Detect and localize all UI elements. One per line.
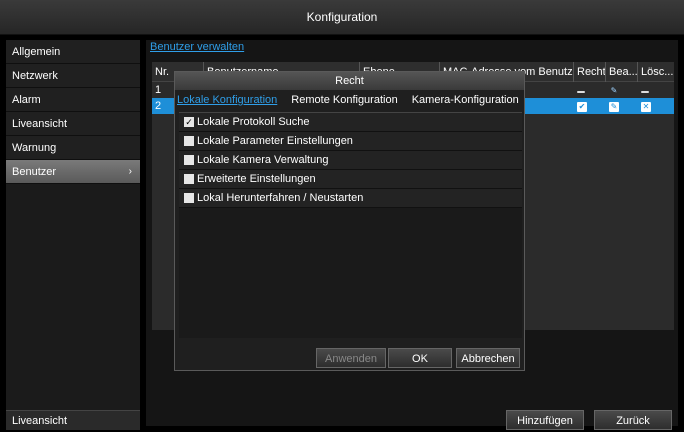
sidebar-item-label: Benutzer [12,166,57,178]
option-local-shutdown-reboot[interactable]: Lokal Herunterfahren / Neustarten [179,189,522,208]
checkbox[interactable] [184,174,194,184]
window-title: Konfiguration [0,0,684,35]
tab-benutzer-verwalten[interactable]: Benutzer verwalten [150,40,244,54]
tab-remote-config[interactable]: Remote Konfiguration [291,94,397,106]
checkmark-icon: ✔ [577,102,587,112]
sidebar-item-allgemein[interactable]: Allgemein [6,40,140,64]
option-local-parameters[interactable]: Lokale Parameter Einstellungen [179,132,522,151]
column-header-edit[interactable]: Bea... [606,62,638,82]
option-label: Lokal Herunterfahren / Neustarten [197,191,364,204]
pencil-icon: ✎ [609,102,619,112]
option-label: Lokale Protokoll Suche [197,115,310,128]
dash-icon [577,91,585,93]
cancel-button[interactable]: Abbrechen [456,348,520,368]
pencil-icon: ✎ [610,86,618,95]
sidebar-item-warnung[interactable]: Warnung [6,136,140,160]
sidebar-item-alarm[interactable]: Alarm [6,88,140,112]
apply-button[interactable]: Anwenden [316,348,386,368]
checkbox-checked[interactable]: ✓ [184,117,194,127]
add-button[interactable]: Hinzufügen [506,410,584,430]
liveview-button[interactable]: Liveansicht [6,410,140,430]
checkbox[interactable] [184,193,194,203]
option-advanced-settings[interactable]: Erweiterte Einstellungen [179,170,522,189]
tab-local-config[interactable]: Lokale Konfiguration [177,94,277,106]
column-header-recht[interactable]: Recht [574,62,606,82]
option-label: Erweiterte Einstellungen [197,172,316,185]
sidebar-item-liveansicht[interactable]: Liveansicht [6,112,140,136]
option-local-log-search[interactable]: ✓ Lokale Protokoll Suche [179,113,522,132]
column-header-delete[interactable]: Lösc... [638,62,674,82]
dialog-tabs: Lokale Konfiguration Remote Konfiguratio… [175,90,524,110]
permission-dialog: Recht Lokale Konfiguration Remote Konfig… [174,71,525,371]
tab-camera-config[interactable]: Kamera-Konfiguration [412,94,519,106]
row-delete-cell[interactable] [638,82,674,98]
sidebar-item-label: Alarm [12,94,41,106]
sidebar-item-benutzer[interactable]: Benutzer › [6,160,140,184]
option-label: Lokale Kamera Verwaltung [197,153,329,166]
back-button[interactable]: Zurück [594,410,672,430]
sidebar-item-label: Allgemein [12,46,61,58]
dialog-title: Recht [175,72,524,90]
row-recht-cell[interactable] [574,82,606,98]
checkbox[interactable] [184,136,194,146]
option-label: Lokale Parameter Einstellungen [197,134,353,147]
permission-list: ✓ Lokale Protokoll Suche Lokale Paramete… [179,112,522,338]
sidebar: Allgemein Netzwerk Alarm Liveansicht War… [6,40,140,426]
checkbox[interactable] [184,155,194,165]
chevron-right-icon: › [128,166,132,177]
sidebar-item-netzwerk[interactable]: Netzwerk [6,64,140,88]
row-recht-cell[interactable]: ✔ [574,98,606,114]
row-delete-cell[interactable]: ✕ [638,98,674,114]
sidebar-item-label: Warnung [12,142,57,154]
row-edit-cell[interactable]: ✎ [606,82,638,98]
close-icon: ✕ [641,102,651,112]
row-edit-cell[interactable]: ✎ [606,98,638,114]
dash-icon [641,91,649,93]
option-local-camera-management[interactable]: Lokale Kamera Verwaltung [179,151,522,170]
ok-button[interactable]: OK [388,348,452,368]
sidebar-item-label: Netzwerk [12,70,58,82]
sidebar-item-label: Liveansicht [12,118,68,130]
